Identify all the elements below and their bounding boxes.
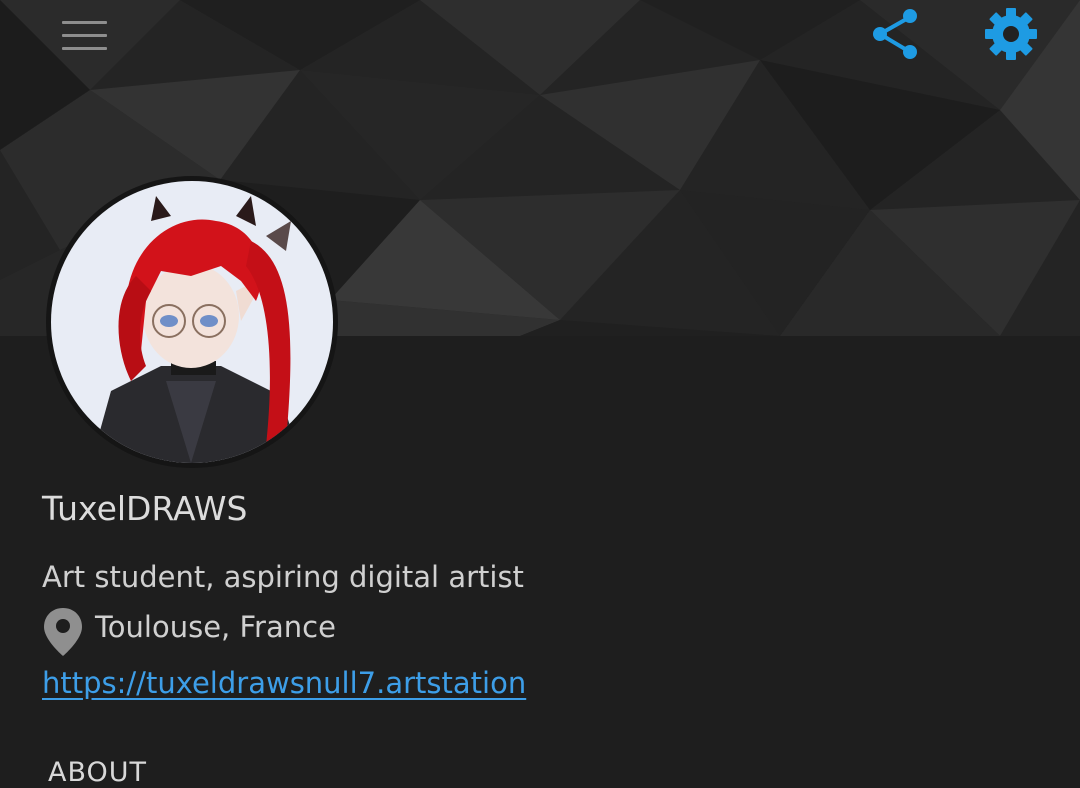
about-section-heading: ABOUT — [48, 757, 148, 788]
profile-bio: Art student, aspiring digital artist — [42, 560, 524, 594]
hamburger-menu-icon-bar — [62, 47, 107, 50]
profile-avatar[interactable] — [46, 176, 338, 468]
profile-name: TuxelDRAWS — [42, 489, 248, 528]
settings-button[interactable] — [982, 6, 1040, 62]
share-button[interactable] — [870, 6, 924, 62]
menu-button[interactable] — [56, 14, 112, 58]
avatar-image — [51, 181, 333, 463]
hamburger-menu-icon — [62, 21, 107, 24]
profile-location: Toulouse, France — [95, 610, 336, 644]
map-pin-icon — [44, 608, 82, 656]
hamburger-menu-icon-bar — [62, 34, 107, 37]
gear-icon — [985, 8, 1037, 60]
share-icon — [873, 9, 917, 59]
profile-website-link[interactable]: https://tuxeldrawsnull7.artstation — [42, 666, 526, 700]
